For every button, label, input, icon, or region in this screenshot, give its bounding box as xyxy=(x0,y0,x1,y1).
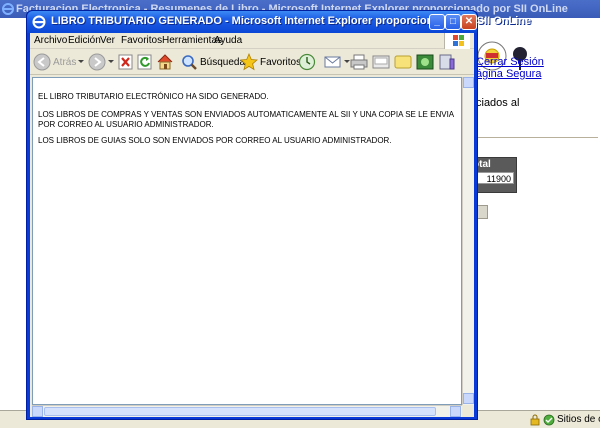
back-dropdown-icon[interactable] xyxy=(78,60,84,63)
partial-text: ciados al xyxy=(476,97,520,109)
popup-body: Archivo Edición Ver Favoritos Herramient… xyxy=(30,33,474,417)
message-generated: EL LIBRO TRIBUTARIO ELECTRÓNICO HA SIDO … xyxy=(38,92,269,101)
menu-ver[interactable]: Ver xyxy=(100,35,115,46)
scroll-down-arrow-icon[interactable] xyxy=(463,393,474,404)
maximize-button[interactable]: □ xyxy=(445,14,461,30)
scroll-left-arrow-icon[interactable] xyxy=(32,406,43,417)
scrollbar-corner xyxy=(462,405,474,417)
search-label[interactable]: Búsqueda xyxy=(200,57,245,68)
popup-page-content: EL LIBRO TRIBUTARIO ELECTRÓNICO HA SIDO … xyxy=(32,77,462,405)
message-guides: LOS LIBROS DE GUIAS SOLO SON ENVIADOS PO… xyxy=(38,136,392,145)
horizontal-scroll-thumb[interactable] xyxy=(44,407,436,416)
menu-edicion[interactable]: Edición xyxy=(68,35,101,46)
messenger-icon[interactable] xyxy=(416,53,434,71)
mail-icon[interactable] xyxy=(324,53,342,71)
close-session-link[interactable]: Cerrar Sesión xyxy=(476,56,544,68)
zone-text: Sitios de confi xyxy=(557,414,600,425)
back-label[interactable]: Atrás xyxy=(53,57,76,68)
message-purchase-sales: LOS LIBROS DE COMPRAS Y VENTAS SON ENVIA… xyxy=(38,110,454,129)
vertical-scrollbar[interactable] xyxy=(462,77,474,405)
horizontal-scrollbar[interactable] xyxy=(32,405,462,417)
popup-titlebar[interactable]: LIBRO TRIBUTARIO GENERADO - Microsoft In… xyxy=(27,11,531,33)
refresh-icon[interactable] xyxy=(137,53,153,71)
print-icon[interactable] xyxy=(350,53,368,71)
trusted-zone-icon xyxy=(543,414,555,426)
search-icon[interactable] xyxy=(180,53,198,71)
close-icon: ✕ xyxy=(464,16,474,27)
scroll-up-arrow-icon[interactable] xyxy=(463,77,474,88)
menu-bar: Archivo Edición Ver Favoritos Herramient… xyxy=(30,33,474,49)
menu-favoritos[interactable]: Favoritos xyxy=(121,35,162,46)
lock-icon xyxy=(530,414,540,426)
ie-icon xyxy=(32,15,46,29)
back-arrow-icon[interactable] xyxy=(33,53,51,71)
scroll-right-arrow-icon[interactable] xyxy=(450,406,461,417)
edit-icon[interactable] xyxy=(372,53,390,71)
minimize-icon: _ xyxy=(434,16,440,27)
discuss-icon[interactable] xyxy=(394,53,412,71)
maximize-icon: □ xyxy=(449,16,457,27)
menu-archivo[interactable]: Archivo xyxy=(34,35,67,46)
popup-window: LIBRO TRIBUTARIO GENERADO - Microsoft In… xyxy=(26,10,531,420)
ie-icon xyxy=(2,3,14,15)
windows-flag-icon xyxy=(444,33,470,49)
stop-icon[interactable] xyxy=(118,53,134,71)
forward-dropdown-icon[interactable] xyxy=(108,60,114,63)
favorites-star-icon[interactable] xyxy=(240,53,258,71)
research-icon[interactable] xyxy=(438,53,456,71)
home-icon[interactable] xyxy=(156,53,174,71)
toolbar: Atrás Búsqueda Favoritos xyxy=(30,49,474,75)
minimize-button[interactable]: _ xyxy=(429,14,445,30)
totals-value: 11900 xyxy=(473,172,514,184)
favorites-label[interactable]: Favoritos xyxy=(260,57,301,68)
divider xyxy=(470,137,598,138)
secure-page-link[interactable]: ágina Segura xyxy=(476,68,541,80)
history-icon[interactable] xyxy=(298,53,316,71)
menu-ayuda[interactable]: Ayuda xyxy=(214,35,242,46)
forward-arrow-icon[interactable] xyxy=(88,53,106,71)
close-button[interactable]: ✕ xyxy=(461,14,477,30)
